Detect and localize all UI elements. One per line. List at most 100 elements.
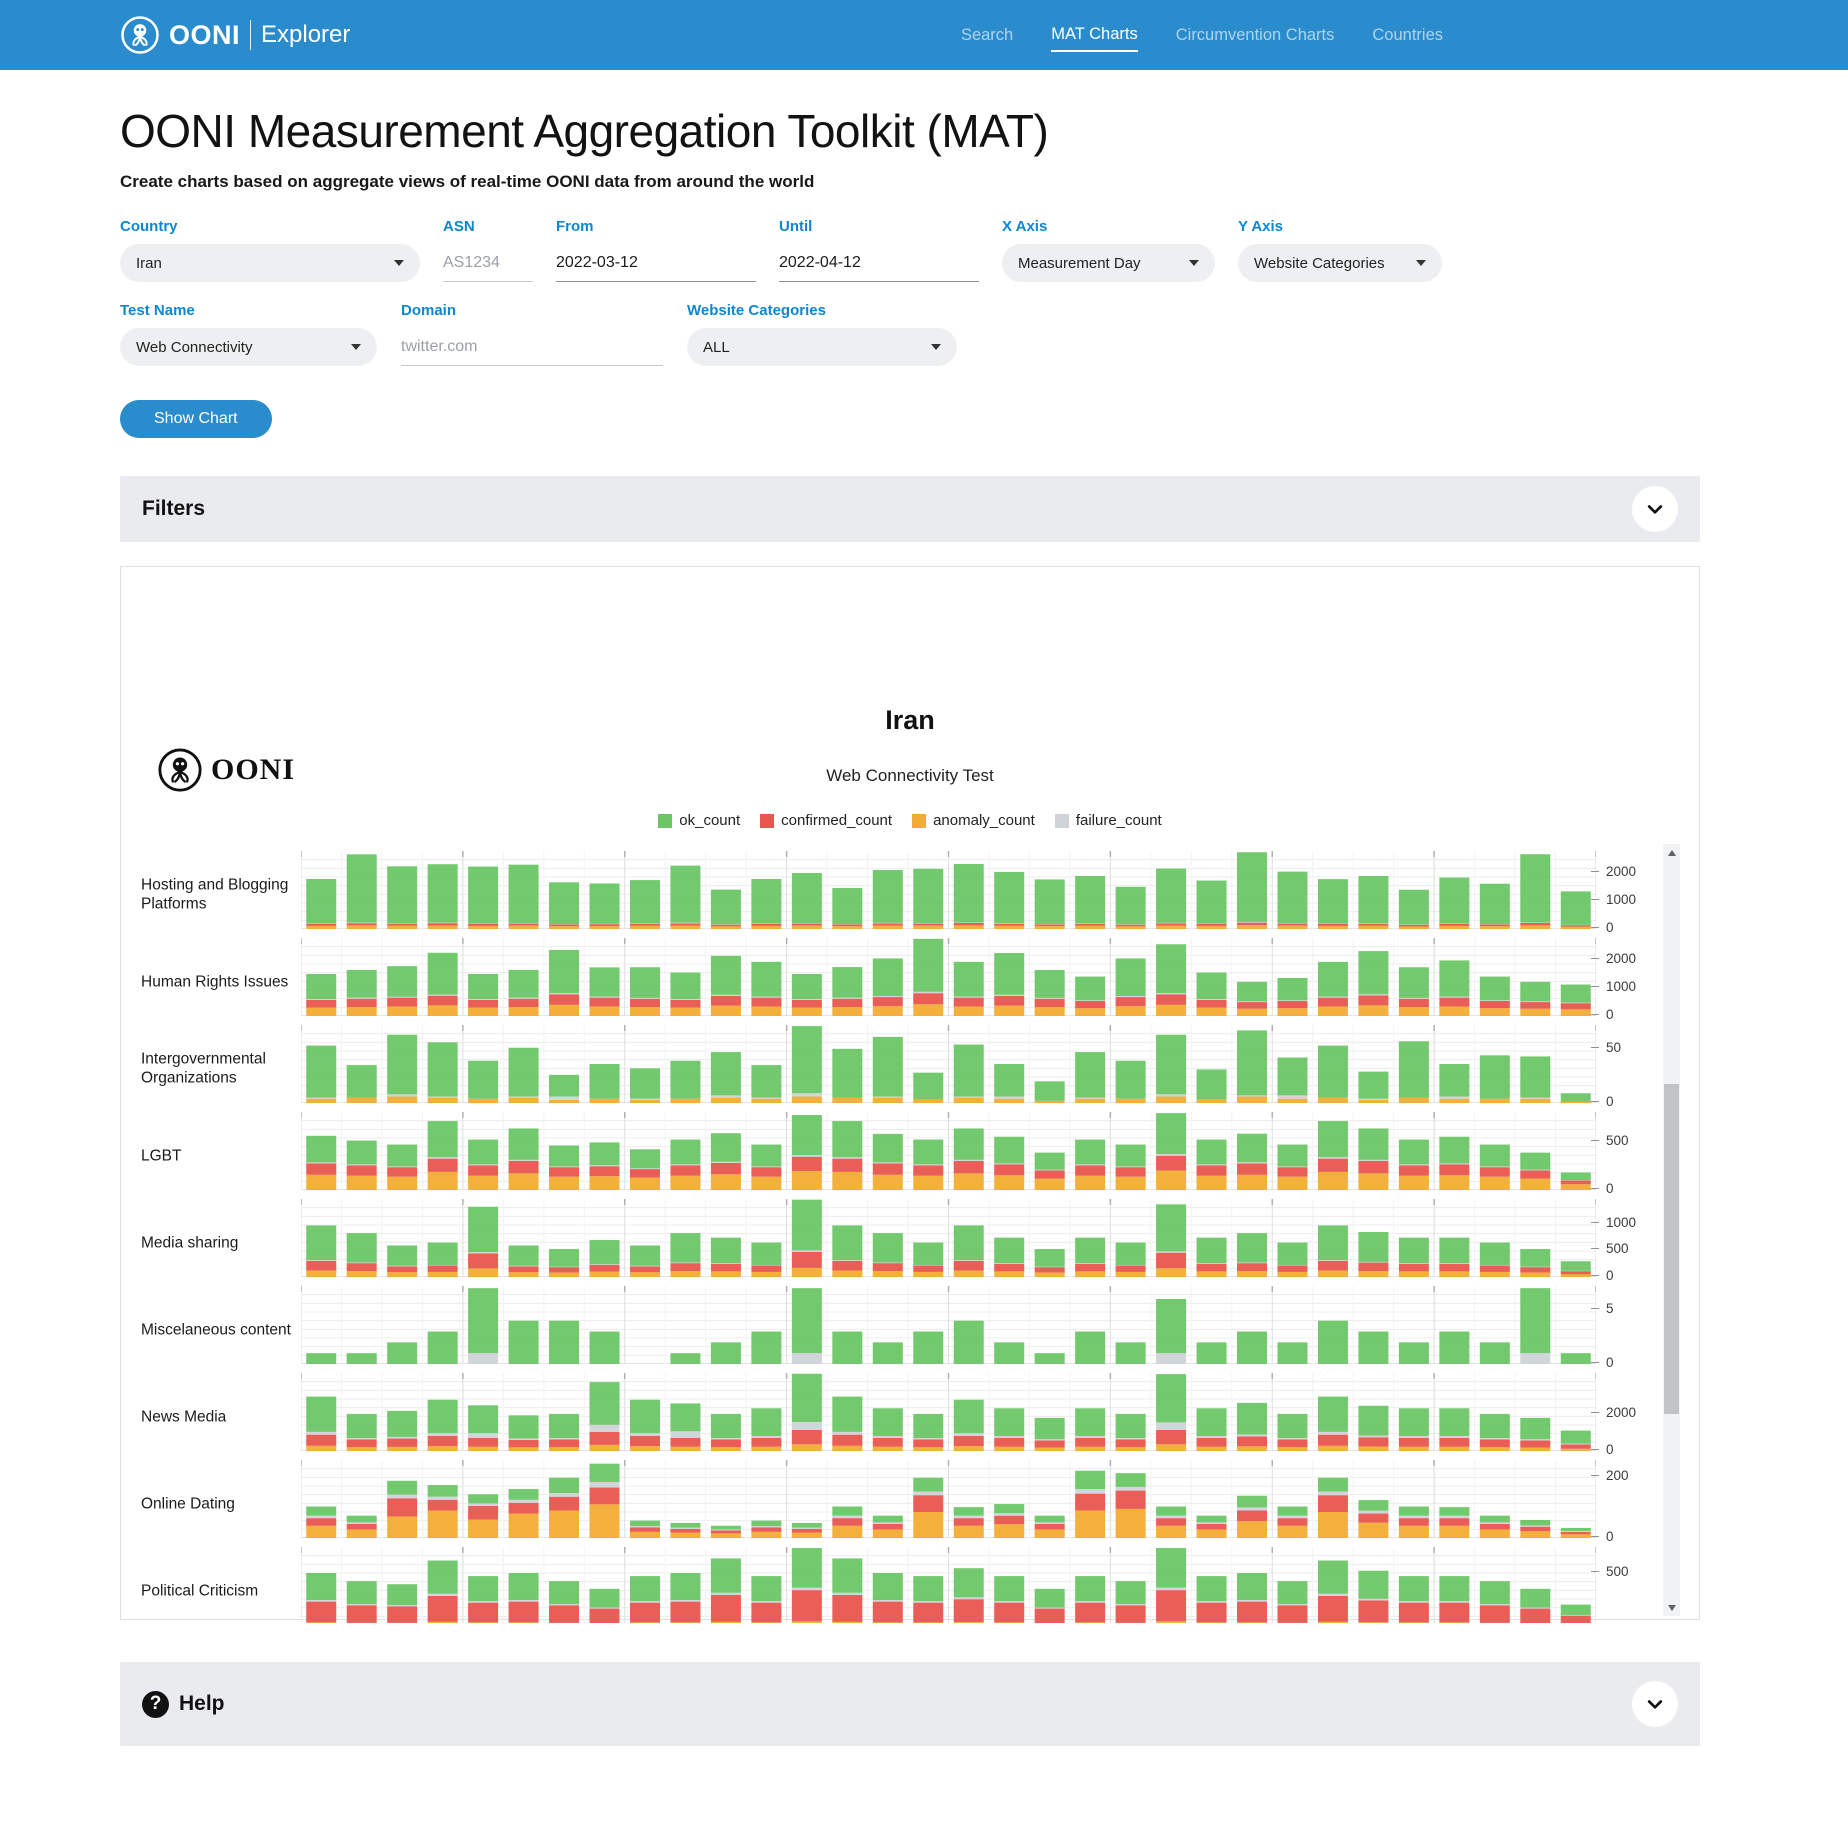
chevron-down-icon bbox=[1416, 260, 1426, 266]
chart-title: Iran bbox=[121, 705, 1699, 736]
until-date-value: 2022-04-12 bbox=[779, 254, 861, 272]
x-axis-select[interactable]: Measurement Day bbox=[1002, 244, 1215, 282]
y-axis-tick: 0 bbox=[1591, 1355, 1614, 1370]
y-axis-tick: 1000 bbox=[1591, 892, 1636, 907]
chevron-down-icon bbox=[1645, 499, 1665, 519]
category-bar-chart bbox=[301, 938, 1596, 1016]
website-categories-label: Website Categories bbox=[687, 302, 957, 319]
page-title: OONI Measurement Aggregation Toolkit (MA… bbox=[120, 104, 1848, 158]
x-axis-label: X Axis bbox=[1002, 218, 1215, 235]
y-axis-tick: 500 bbox=[1591, 1564, 1629, 1579]
x-axis-select-value: Measurement Day bbox=[1018, 255, 1141, 272]
category-label: Political Criticism bbox=[141, 1581, 293, 1600]
country-select[interactable]: Iran bbox=[120, 244, 420, 282]
legend-swatch bbox=[912, 814, 926, 828]
chevron-down-icon bbox=[394, 260, 404, 266]
chart-rows: Hosting and Blogging Platforms200010000H… bbox=[121, 851, 1699, 1623]
y-axis-tick: 0 bbox=[1591, 1181, 1614, 1196]
y-axis-select[interactable]: Website Categories bbox=[1238, 244, 1442, 282]
brand-separator bbox=[250, 20, 251, 50]
chart-row-news-media: News Media20000 bbox=[121, 1373, 1699, 1460]
nav-item-mat-charts[interactable]: MAT Charts bbox=[1051, 19, 1138, 52]
website-categories-select-value: ALL bbox=[703, 339, 730, 356]
y-axis-select-value: Website Categories bbox=[1254, 255, 1385, 272]
chart-legend: ok_countconfirmed_countanomaly_countfail… bbox=[121, 812, 1699, 829]
y-axis-tick: 2000 bbox=[1591, 864, 1636, 879]
asn-input[interactable]: AS1234 bbox=[443, 244, 533, 282]
category-label: Miscelaneous content bbox=[141, 1320, 293, 1339]
y-axis-tick: 2000 bbox=[1591, 951, 1636, 966]
category-bar-chart bbox=[301, 1373, 1596, 1451]
help-collapse-toggle[interactable] bbox=[1632, 1681, 1678, 1727]
domain-input[interactable]: twitter.com bbox=[401, 328, 663, 366]
y-axis-tick: 1000 bbox=[1591, 1215, 1636, 1230]
question-mark-icon: ? bbox=[142, 1691, 169, 1718]
y-axis-label: Y Axis bbox=[1238, 218, 1442, 235]
ooni-octopus-logo bbox=[120, 15, 160, 55]
legend-item-confirmed_count: confirmed_count bbox=[760, 812, 892, 829]
help-panel-header[interactable]: ? Help bbox=[120, 1662, 1700, 1746]
category-bar-chart bbox=[301, 1112, 1596, 1190]
legend-item-anomaly_count: anomaly_count bbox=[912, 812, 1035, 829]
chart-vertical-scrollbar[interactable] bbox=[1663, 844, 1680, 1616]
from-date-input[interactable]: 2022-03-12 bbox=[556, 244, 756, 282]
y-axis-tick: 50 bbox=[1591, 1040, 1621, 1055]
website-categories-select[interactable]: ALL bbox=[687, 328, 957, 366]
domain-label: Domain bbox=[401, 302, 663, 319]
chart-row-lgbt: LGBT 500 0 bbox=[121, 1112, 1699, 1199]
y-axis-tick: 0 bbox=[1591, 1529, 1614, 1544]
legend-item-failure_count: failure_count bbox=[1055, 812, 1162, 829]
help-title: Help bbox=[179, 1692, 225, 1716]
show-chart-button[interactable]: Show Chart bbox=[120, 400, 272, 438]
filters-title: Filters bbox=[142, 497, 205, 521]
y-axis-tick: 1000 bbox=[1591, 979, 1636, 994]
mat-chart-card: OONI Iran Web Connectivity Test ok_count… bbox=[120, 566, 1700, 1620]
chart-row-miscelaneous-content: Miscelaneous content 5 0 bbox=[121, 1286, 1699, 1373]
from-label: From bbox=[556, 218, 756, 235]
nav-item-search[interactable]: Search bbox=[961, 20, 1013, 51]
legend-swatch bbox=[658, 814, 672, 828]
nav-item-countries[interactable]: Countries bbox=[1372, 20, 1443, 51]
y-axis-tick: 2000 bbox=[1591, 1405, 1636, 1420]
category-bar-chart bbox=[301, 1286, 1596, 1364]
y-axis-tick: 500 bbox=[1591, 1241, 1629, 1256]
category-label: LGBT bbox=[141, 1146, 293, 1165]
test-name-label: Test Name bbox=[120, 302, 377, 319]
category-bar-chart bbox=[301, 851, 1596, 929]
scroll-up-arrow[interactable] bbox=[1663, 844, 1680, 861]
chart-row-intergovernmental-organizations: Intergovernmental Organizations500 bbox=[121, 1025, 1699, 1112]
chart-subtitle: Web Connectivity Test bbox=[121, 766, 1699, 786]
y-axis-tick: 500 bbox=[1591, 1133, 1629, 1148]
from-date-value: 2022-03-12 bbox=[556, 254, 638, 272]
y-axis-tick: 200 bbox=[1591, 1468, 1629, 1483]
until-date-input[interactable]: 2022-04-12 bbox=[779, 244, 979, 282]
asn-placeholder: AS1234 bbox=[443, 254, 500, 272]
chevron-down-icon bbox=[931, 344, 941, 350]
y-axis-tick: 0 bbox=[1591, 920, 1614, 935]
y-axis-tick: 0 bbox=[1591, 1442, 1614, 1457]
brand-link[interactable]: OONI Explorer bbox=[120, 15, 350, 55]
chart-row-media-sharing: Media sharing10005000 bbox=[121, 1199, 1699, 1286]
legend-swatch bbox=[1055, 814, 1069, 828]
category-label: Hosting and Blogging Platforms bbox=[141, 875, 293, 914]
country-label: Country bbox=[120, 218, 420, 235]
scrollbar-thumb[interactable] bbox=[1664, 1084, 1679, 1414]
nav-item-circumvention-charts[interactable]: Circumvention Charts bbox=[1176, 20, 1335, 51]
test-name-select[interactable]: Web Connectivity bbox=[120, 328, 377, 366]
category-bar-chart bbox=[301, 1460, 1596, 1538]
y-axis-tick: 0 bbox=[1591, 1007, 1614, 1022]
ooni-watermark: OONI bbox=[157, 747, 295, 793]
category-label: Media sharing bbox=[141, 1233, 293, 1252]
chevron-down-icon bbox=[351, 344, 361, 350]
y-axis-tick: 5 bbox=[1591, 1301, 1614, 1316]
scroll-down-arrow[interactable] bbox=[1663, 1599, 1680, 1616]
category-label: Human Rights Issues bbox=[141, 972, 293, 991]
category-bar-chart bbox=[301, 1199, 1596, 1277]
chart-row-hosting-and-blogging-platforms: Hosting and Blogging Platforms 2000 1000 0 bbox=[121, 851, 1699, 938]
chart-row-online-dating: Online Dating2000 bbox=[121, 1460, 1699, 1547]
domain-placeholder: twitter.com bbox=[401, 338, 477, 356]
brand-subname: Explorer bbox=[261, 21, 350, 49]
filters-panel-header[interactable]: Filters bbox=[120, 476, 1700, 542]
brand-name: OONI bbox=[169, 20, 240, 51]
filters-collapse-toggle[interactable] bbox=[1632, 486, 1678, 532]
